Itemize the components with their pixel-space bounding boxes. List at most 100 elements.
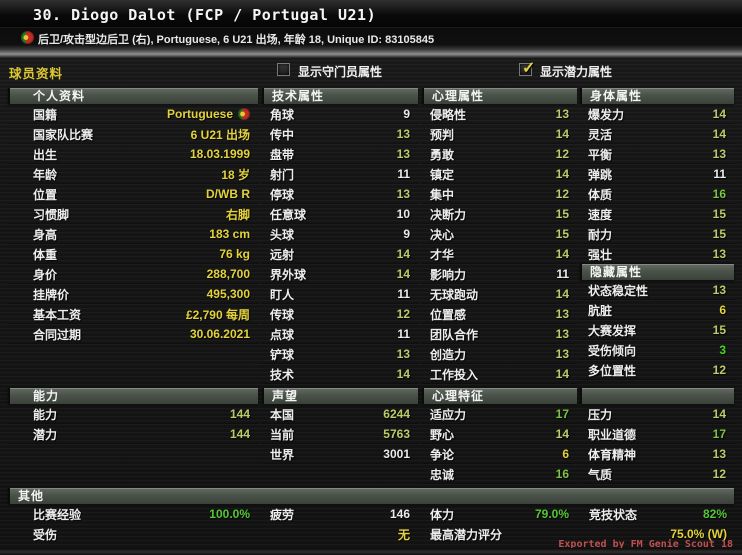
table-row: 工作投入 14: [422, 364, 577, 384]
attribute-value: 11: [713, 167, 726, 181]
table-row: 世界 3001: [262, 444, 418, 464]
attribute-value: 14: [712, 127, 726, 141]
hidden-rows: 状态稳定性 13 肮脏 6 大赛发挥 15 受伤倾向 3 多位置性 12: [580, 280, 734, 380]
technical-attributes-section: 技术属性 角球 9 传中 13 盘带 13 射门 11 停球 13 任意球 10…: [262, 88, 418, 384]
attribute-value: 13: [396, 127, 410, 141]
row-label: 习惯脚: [33, 207, 70, 222]
gk-attributes-checkbox-group: 显示守门员属性: [277, 62, 477, 80]
attribute-value: 17: [712, 427, 726, 441]
attribute-value: 14: [555, 167, 569, 181]
attribute-value: 15: [712, 323, 726, 337]
section-header-personal: 个人资料: [8, 88, 258, 104]
table-row: 肮脏 6: [580, 300, 734, 320]
personal-info-section: 个人资料 国籍 Portuguese 国家队比赛 6 U21 出场 出生 18.…: [8, 88, 258, 344]
section-header-empty: [580, 388, 734, 404]
attribute-label: 射门: [270, 167, 295, 182]
attribute-label: 决断力: [430, 207, 467, 222]
row-value-wrap: 18.03.1999: [190, 147, 250, 161]
potential-attributes-checkbox-label[interactable]: 显示潜力属性: [540, 63, 612, 80]
table-cell: 疲劳 146: [262, 504, 418, 524]
attribute-label: 争论: [430, 447, 455, 462]
cell-value: 146: [389, 507, 410, 521]
gk-attributes-checkbox-label[interactable]: 显示守门员属性: [298, 63, 382, 80]
metallic-divider: [0, 45, 742, 58]
table-row: 适应力 17: [422, 404, 577, 424]
table-row: 头球 9: [262, 224, 418, 244]
row-value-wrap: 183 cm: [209, 227, 250, 241]
attribute-label: 团队合作: [430, 327, 479, 342]
row-value: 288,700: [206, 267, 250, 281]
attribute-value: 14: [712, 407, 726, 421]
attribute-label: 弹跳: [588, 167, 613, 182]
table-row: 挂牌价 495,300: [8, 284, 258, 304]
table-row: 状态稳定性 13: [580, 280, 734, 300]
attribute-value: 3001: [383, 447, 410, 461]
table-row: 气质 12: [580, 464, 734, 484]
row-value-wrap: 6 U21 出场: [191, 126, 250, 143]
section-title: 心理属性: [432, 89, 485, 103]
attribute-value: 15: [712, 207, 726, 221]
tab-player-profile[interactable]: 球员资料: [9, 63, 63, 82]
page-title: 30. Diogo Dalot (FCP / Portugal U21): [33, 6, 377, 24]
other-grid: 比赛经验 100.0% 疲劳 146 体力 79.0% 竞技状态 82% 受伤 …: [8, 504, 734, 544]
potential-attributes-checkbox[interactable]: ✓: [519, 60, 535, 77]
section-title: 声望: [272, 389, 299, 403]
table-row: 耐力 15: [580, 224, 734, 244]
cell-label: 最高潜力评分: [430, 527, 503, 542]
attribute-value: 14: [396, 367, 410, 381]
table-row: 体质 16: [580, 184, 734, 204]
row-label: 挂牌价: [33, 287, 70, 302]
table-row: 平衡 13: [580, 144, 734, 164]
attribute-value: 6: [719, 303, 726, 317]
attribute-label: 职业道德: [588, 427, 637, 442]
table-row: 能力 144: [8, 404, 258, 424]
section-header-physical: 身体属性: [580, 88, 734, 104]
attribute-label: 灵活: [588, 127, 613, 142]
attribute-label: 受伤倾向: [588, 343, 637, 358]
table-row: 速度 15: [580, 204, 734, 224]
table-row: 任意球 10: [262, 204, 418, 224]
table-row: 创造力 13: [422, 344, 577, 364]
row-value: Portuguese: [166, 107, 233, 121]
cell-label: 比赛经验: [33, 507, 82, 522]
table-row: 争论 6: [422, 444, 577, 464]
section-title: 能力: [33, 389, 60, 403]
table-row: 传球 12: [262, 304, 418, 324]
other-section: 其他 比赛经验 100.0% 疲劳 146 体力 79.0% 竞技状态 82% …: [8, 488, 734, 544]
attribute-value: 13: [555, 107, 569, 121]
attribute-label: 耐力: [588, 227, 613, 242]
attribute-label: 侵略性: [430, 107, 467, 122]
row-label: 基本工资: [33, 307, 82, 322]
table-row: 无球跑动 14: [422, 284, 577, 304]
attribute-label: 盯人: [270, 287, 295, 302]
table-row: 盘带 13: [262, 144, 418, 164]
table-row: 角球 9: [262, 104, 418, 124]
hidden-attributes-section: 隐藏属性 状态稳定性 13 肮脏 6 大赛发挥 15 受伤倾向 3 多位置性 1…: [580, 264, 734, 380]
row-value: 30.06.2021: [189, 327, 250, 341]
table-row: 决断力 15: [422, 204, 577, 224]
table-row: 射门 11: [262, 164, 418, 184]
table-row: 基本工资 £2,790 每周: [8, 304, 258, 324]
attribute-value: 9: [403, 227, 410, 241]
gk-attributes-checkbox[interactable]: [277, 63, 290, 76]
table-row: 弹跳 11: [580, 164, 734, 184]
table-row: 位置 D/WB R: [8, 184, 258, 204]
table-row: 铲球 13: [262, 344, 418, 364]
attribute-label: 位置感: [430, 307, 467, 322]
attribute-value: 15: [555, 227, 569, 241]
section-header-technical: 技术属性: [262, 88, 418, 104]
portugal-flag-icon: [21, 31, 34, 44]
attribute-value: 6244: [383, 407, 410, 421]
attribute-value: 3: [719, 343, 726, 357]
attribute-value: 11: [397, 327, 410, 341]
table-row: 集中 12: [422, 184, 577, 204]
table-cell: 体力 79.0%: [422, 504, 577, 524]
portugal-flag-icon: [238, 108, 250, 120]
table-row: 本国 6244: [262, 404, 418, 424]
attribute-label: 停球: [270, 187, 295, 202]
table-cell: 受伤: [8, 524, 258, 544]
reputation-section: 声望 本国 6244 当前 5763 世界 3001: [262, 388, 418, 464]
attribute-value: 16: [555, 467, 569, 481]
table-row: 传中 13: [262, 124, 418, 144]
table-row: 爆发力 14: [580, 104, 734, 124]
